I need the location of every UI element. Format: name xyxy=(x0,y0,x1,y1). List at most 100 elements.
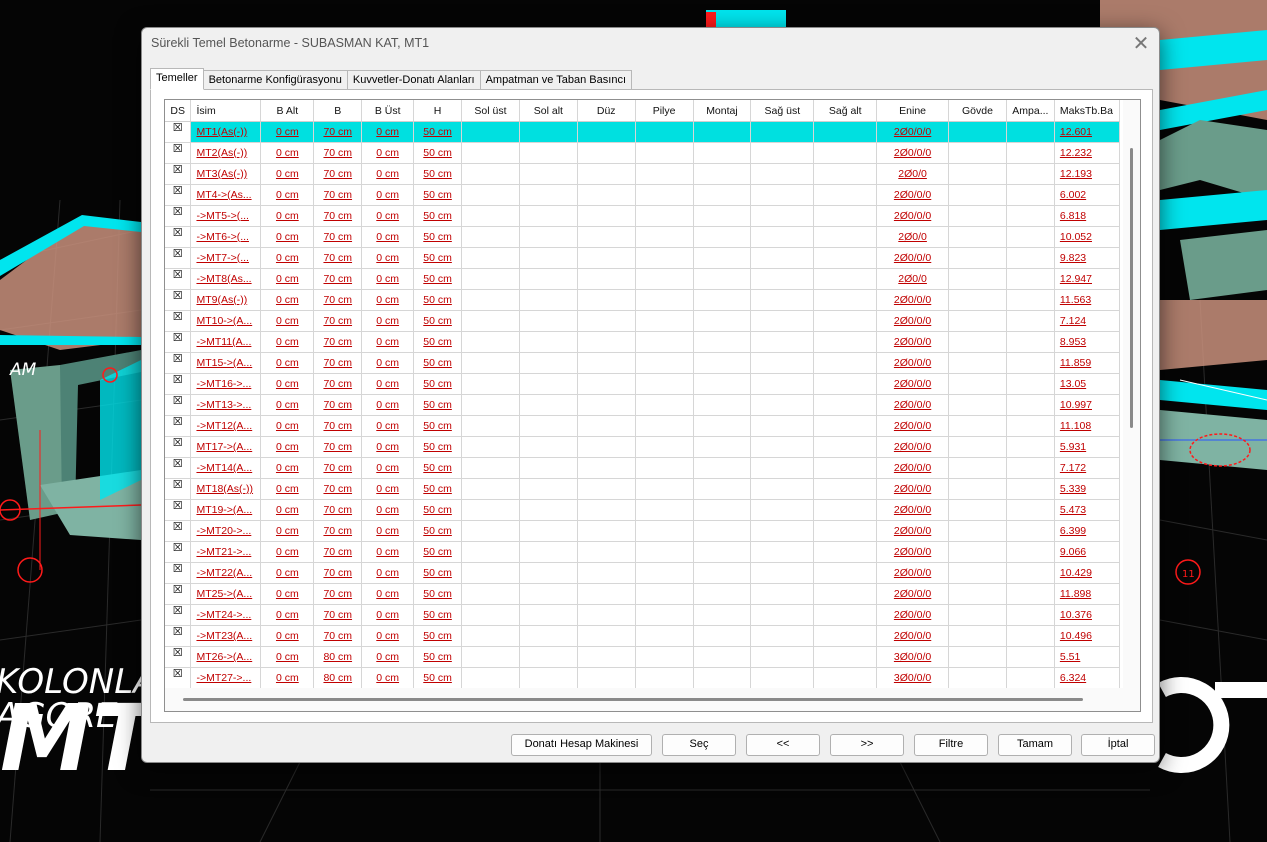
cell-b-alt[interactable]: 0 cm xyxy=(260,394,315,416)
cell-h[interactable]: 50 cm xyxy=(413,457,463,479)
cell-empty[interactable] xyxy=(813,226,878,248)
cell-empty[interactable] xyxy=(577,457,636,479)
cell-empty[interactable] xyxy=(1006,541,1055,563)
cell-b[interactable]: 70 cm xyxy=(313,415,363,437)
cell-isim[interactable]: ->MT11(A... xyxy=(190,331,262,353)
cell-isim[interactable]: ->MT21->... xyxy=(190,541,262,563)
cell-empty[interactable] xyxy=(948,184,1007,206)
cell-b-alt[interactable]: 0 cm xyxy=(260,310,315,332)
cell-empty[interactable] xyxy=(577,121,636,143)
cell-empty[interactable] xyxy=(693,163,752,185)
cell-empty[interactable] xyxy=(519,331,578,353)
cell-empty[interactable] xyxy=(813,562,878,584)
cell-empty[interactable] xyxy=(519,415,578,437)
cell-b[interactable]: 70 cm xyxy=(313,268,363,290)
cell-empty[interactable] xyxy=(635,310,694,332)
cell-empty[interactable] xyxy=(461,184,520,206)
cell-empty[interactable] xyxy=(813,184,878,206)
cell-empty[interactable] xyxy=(693,499,752,521)
cell-empty[interactable] xyxy=(461,352,520,374)
cell-b[interactable]: 70 cm xyxy=(313,121,363,143)
ds-checkbox[interactable]: ☒ xyxy=(165,121,192,143)
select-button[interactable]: Seç xyxy=(662,734,736,756)
cell-empty[interactable] xyxy=(635,541,694,563)
cell-enine[interactable]: 2Ø0/0/0 xyxy=(876,520,950,542)
cell-empty[interactable] xyxy=(635,394,694,416)
cell-isim[interactable]: ->MT7->(... xyxy=(190,247,262,269)
cell-maks-tb-basinci[interactable]: 6.324 xyxy=(1054,667,1120,688)
cell-empty[interactable] xyxy=(693,352,752,374)
next-button[interactable]: >> xyxy=(830,734,904,756)
cell-b-ust[interactable]: 0 cm xyxy=(361,520,415,542)
cell-maks-tb-basinci[interactable]: 12.193 xyxy=(1054,163,1120,185)
cell-empty[interactable] xyxy=(577,478,636,500)
cell-enine[interactable]: 2Ø0/0/0 xyxy=(876,247,950,269)
close-icon[interactable]: ✕ xyxy=(1129,32,1153,56)
cell-b[interactable]: 70 cm xyxy=(313,394,363,416)
cell-empty[interactable] xyxy=(948,352,1007,374)
cell-b-ust[interactable]: 0 cm xyxy=(361,184,415,206)
cell-empty[interactable] xyxy=(1006,667,1055,688)
cell-empty[interactable] xyxy=(461,499,520,521)
cell-empty[interactable] xyxy=(693,604,752,626)
cell-empty[interactable] xyxy=(577,646,636,668)
cell-empty[interactable] xyxy=(813,436,878,458)
cell-maks-tb-basinci[interactable]: 12.601 xyxy=(1054,121,1120,143)
cell-h[interactable]: 50 cm xyxy=(413,289,463,311)
cell-empty[interactable] xyxy=(1006,373,1055,395)
cell-empty[interactable] xyxy=(750,436,815,458)
ds-checkbox[interactable]: ☒ xyxy=(165,667,192,688)
cell-empty[interactable] xyxy=(577,184,636,206)
cell-empty[interactable] xyxy=(635,163,694,185)
cell-empty[interactable] xyxy=(1006,646,1055,668)
cell-empty[interactable] xyxy=(577,289,636,311)
cell-empty[interactable] xyxy=(813,415,878,437)
ds-checkbox[interactable]: ☒ xyxy=(165,499,192,521)
cell-isim[interactable]: ->MT16->... xyxy=(190,373,262,395)
cell-isim[interactable]: MT10->(A... xyxy=(190,310,262,332)
cell-empty[interactable] xyxy=(577,247,636,269)
cell-empty[interactable] xyxy=(948,604,1007,626)
cell-b[interactable]: 70 cm xyxy=(313,247,363,269)
cell-empty[interactable] xyxy=(693,394,752,416)
cell-empty[interactable] xyxy=(577,562,636,584)
table-row[interactable]: ☒ ->MT20->... 0 cm 70 cm 0 cm 50 cm 2Ø0/0/0 6.3… xyxy=(165,520,1120,542)
cell-empty[interactable] xyxy=(519,163,578,185)
cell-empty[interactable] xyxy=(813,625,878,647)
cell-empty[interactable] xyxy=(813,520,878,542)
cell-empty[interactable] xyxy=(635,499,694,521)
cell-b-ust[interactable]: 0 cm xyxy=(361,457,415,479)
cell-empty[interactable] xyxy=(693,457,752,479)
cell-empty[interactable] xyxy=(693,646,752,668)
cell-empty[interactable] xyxy=(461,121,520,143)
cell-empty[interactable] xyxy=(750,604,815,626)
ds-checkbox[interactable]: ☒ xyxy=(165,415,192,437)
cell-empty[interactable] xyxy=(948,331,1007,353)
cell-empty[interactable] xyxy=(693,562,752,584)
cell-empty[interactable] xyxy=(693,625,752,647)
cell-enine[interactable]: 2Ø0/0/0 xyxy=(876,352,950,374)
table-row[interactable]: ☒ ->MT21->... 0 cm 70 cm 0 cm 50 cm 2Ø0/0/0 9.0… xyxy=(165,541,1120,563)
cell-empty[interactable] xyxy=(635,667,694,688)
column-header[interactable]: Sol alt xyxy=(519,100,578,122)
cell-empty[interactable] xyxy=(577,583,636,605)
cell-b-alt[interactable]: 0 cm xyxy=(260,331,315,353)
table-row[interactable]: ☒ MT10->(A... 0 cm 70 cm 0 cm 50 cm 2Ø0/0/0 7.1… xyxy=(165,310,1120,332)
cell-empty[interactable] xyxy=(461,142,520,164)
tab-betonarme-konfigurasyonu[interactable]: Betonarme Konfigürasyonu xyxy=(202,70,348,90)
table-row[interactable]: ☒ ->MT12(A... 0 cm 70 cm 0 cm 50 cm 2Ø0/0/0 11.… xyxy=(165,415,1120,437)
cell-empty[interactable] xyxy=(461,562,520,584)
cell-enine[interactable]: 2Ø0/0/0 xyxy=(876,205,950,227)
cell-enine[interactable]: 2Ø0/0/0 xyxy=(876,415,950,437)
column-header[interactable]: Gövde xyxy=(948,100,1007,122)
cell-empty[interactable] xyxy=(813,373,878,395)
cell-enine[interactable]: 2Ø0/0/0 xyxy=(876,625,950,647)
cell-isim[interactable]: ->MT20->... xyxy=(190,520,262,542)
cell-b-ust[interactable]: 0 cm xyxy=(361,667,415,688)
cell-enine[interactable]: 2Ø0/0/0 xyxy=(876,310,950,332)
cell-empty[interactable] xyxy=(635,604,694,626)
cell-b-ust[interactable]: 0 cm xyxy=(361,646,415,668)
cell-empty[interactable] xyxy=(577,268,636,290)
cell-empty[interactable] xyxy=(750,541,815,563)
cell-isim[interactable]: ->MT27->... xyxy=(190,667,262,688)
